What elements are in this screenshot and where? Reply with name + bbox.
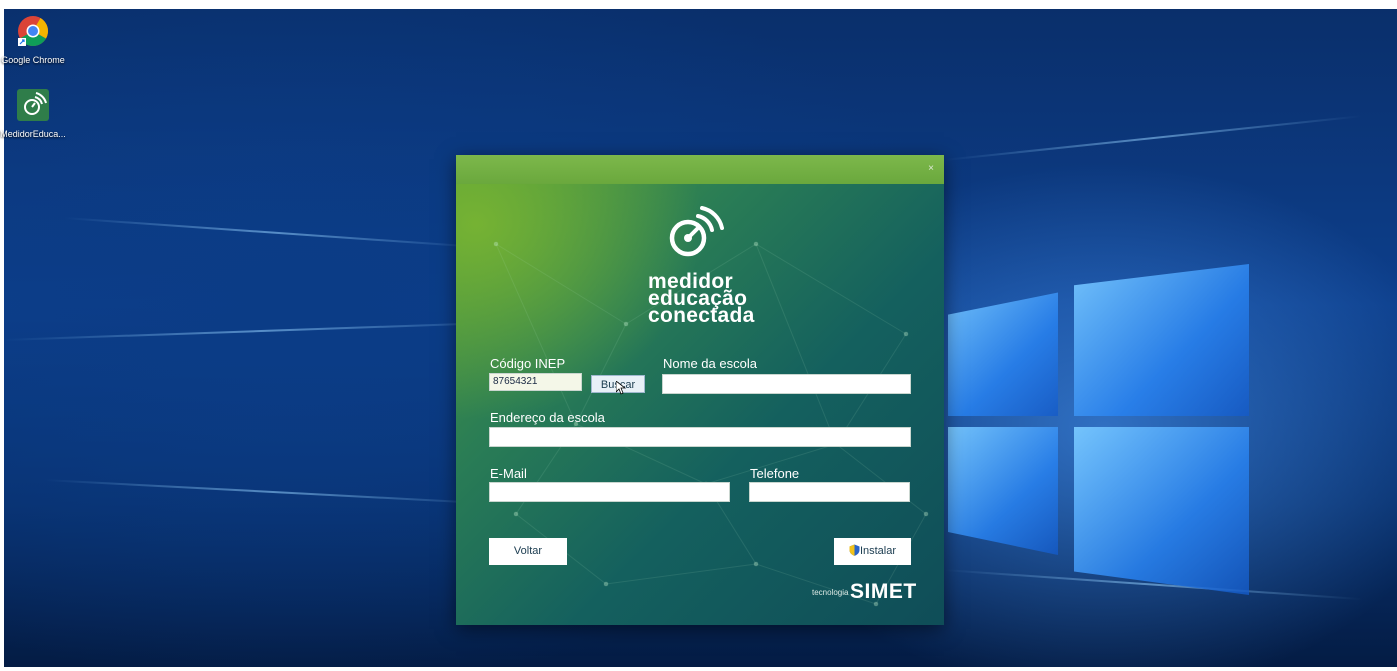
windows-logo-pane (948, 427, 1058, 555)
speedometer-app-icon (17, 89, 49, 121)
chrome-icon (18, 16, 49, 47)
shield-icon (849, 544, 860, 556)
close-button[interactable]: × (926, 164, 936, 174)
address-input[interactable] (489, 427, 911, 447)
address-label: Endereço da escola (490, 410, 605, 425)
school-name-label: Nome da escola (663, 356, 757, 371)
desktop-icon-medidor[interactable]: MedidorEduca... (0, 88, 68, 139)
phone-input[interactable] (749, 482, 910, 502)
desktop: Google Chrome MedidorEduca... × medidor … (0, 0, 1397, 671)
dialog-body: medidor educação conectada Código INEP 8… (456, 184, 944, 625)
windows-logo-pane (1074, 264, 1249, 416)
school-name-input[interactable] (662, 374, 911, 394)
inep-label: Código INEP (490, 356, 566, 371)
install-button[interactable]: Instalar (834, 538, 911, 565)
installer-dialog: × medidor educação conectada Código INEP… (456, 155, 944, 625)
windows-logo-pane (1074, 427, 1249, 595)
phone-label: Telefone (750, 466, 800, 481)
email-label: E-Mail (490, 466, 527, 481)
desktop-icon-label: Google Chrome (1, 55, 65, 65)
speedometer-signal-icon (669, 206, 724, 257)
inep-input[interactable]: 87654321 (489, 373, 582, 391)
email-input[interactable] (489, 482, 730, 502)
simet-brand: SIMET (850, 580, 917, 603)
desktop-icon-chrome[interactable]: Google Chrome (0, 14, 68, 65)
logo-line: conectada (648, 304, 755, 327)
install-button-label: Instalar (859, 545, 897, 557)
desktop-icon-label: MedidorEduca... (0, 129, 66, 139)
mouse-cursor-icon (616, 381, 626, 395)
tech-label: tecnologia (812, 588, 849, 597)
dialog-titlebar[interactable]: × (456, 155, 944, 184)
logo-wordmark: medidor educação conectada (648, 271, 755, 327)
windows-logo-pane (948, 292, 1058, 416)
back-button[interactable]: Voltar (489, 538, 567, 565)
